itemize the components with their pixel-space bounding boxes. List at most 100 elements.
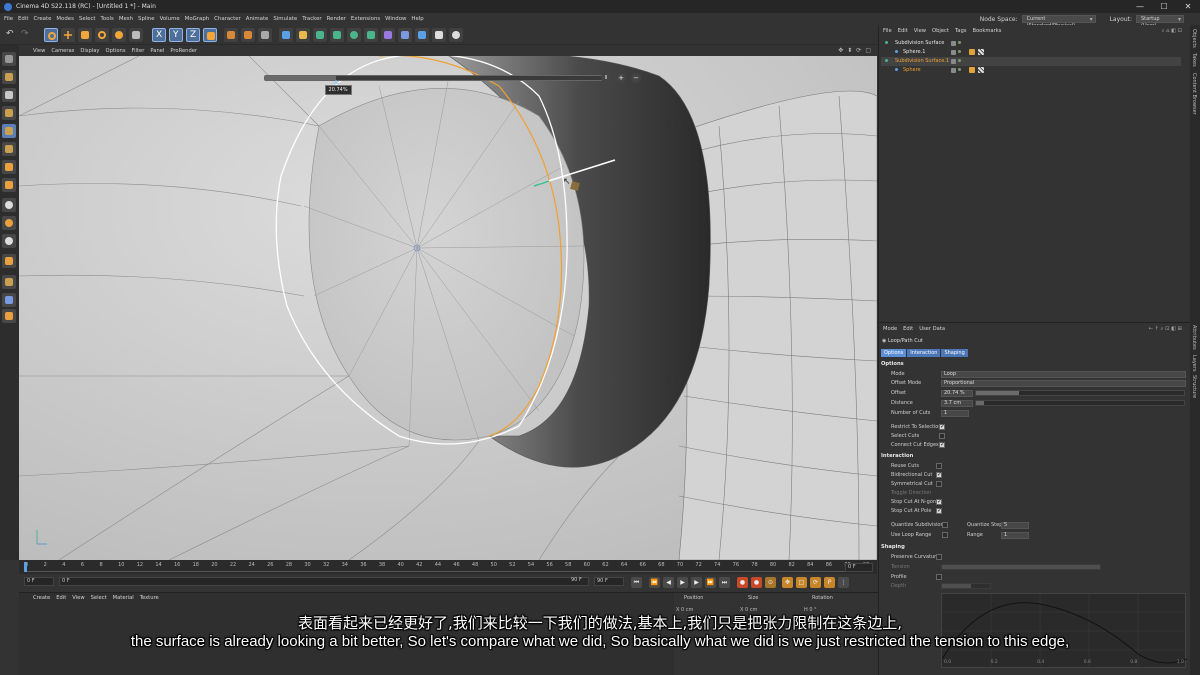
scale-icon[interactable] bbox=[78, 28, 92, 42]
obj-menu-bookmarks[interactable]: Bookmarks bbox=[972, 28, 1001, 36]
visibility-check-icon[interactable] bbox=[951, 50, 956, 55]
close-button[interactable]: ✕ bbox=[1176, 2, 1200, 11]
y-axis-lock-icon[interactable]: Y bbox=[169, 28, 183, 42]
viewport-menu-options[interactable]: Options bbox=[106, 48, 132, 54]
symmetry-icon[interactable] bbox=[2, 216, 16, 230]
timeline-ruler[interactable]: 0246810121416182022242628303234363840424… bbox=[19, 560, 877, 574]
distance-field[interactable]: 3.7 cm bbox=[941, 400, 973, 407]
texture-mode-icon[interactable] bbox=[2, 88, 16, 102]
preview-range-field[interactable]: 0 F bbox=[59, 577, 589, 586]
make-editable-icon[interactable] bbox=[2, 52, 16, 66]
menu-window[interactable]: Window bbox=[385, 16, 411, 22]
material-menu-edit[interactable]: Edit bbox=[56, 595, 66, 601]
coordinate-system-icon[interactable] bbox=[203, 28, 217, 42]
points-mode-icon[interactable] bbox=[2, 124, 16, 138]
menu-simulate[interactable]: Simulate bbox=[273, 16, 302, 22]
material-menu-material[interactable]: Material bbox=[113, 595, 134, 601]
prev-key-icon[interactable]: ⏪ bbox=[649, 577, 660, 588]
go-to-end-icon[interactable]: ⏭ bbox=[719, 577, 730, 588]
obj-search-icon[interactable]: ⌕ ⌂ ◧ ⊡ bbox=[1162, 28, 1190, 36]
tab-attributes[interactable]: Attributes bbox=[1191, 325, 1197, 350]
viewport-maximize-icon[interactable]: ▢ bbox=[865, 47, 871, 54]
bidirectional-cut-checkbox[interactable] bbox=[936, 471, 942, 478]
material-tag-icon[interactable] bbox=[978, 67, 984, 73]
menu-extensions[interactable]: Extensions bbox=[351, 16, 385, 22]
autokey-icon[interactable]: ● bbox=[751, 577, 762, 588]
move-icon[interactable] bbox=[61, 28, 75, 42]
menu-create[interactable]: Create bbox=[33, 16, 56, 22]
reuse-cuts-checkbox[interactable] bbox=[936, 463, 942, 469]
menu-animate[interactable]: Animate bbox=[246, 16, 274, 22]
tab-takes[interactable]: Takes bbox=[1191, 53, 1197, 67]
live-selection-icon[interactable] bbox=[44, 28, 58, 42]
node-space-dropdown[interactable]: Current (Standard/Physical) bbox=[1021, 15, 1096, 29]
add-cut-icon[interactable]: + bbox=[616, 73, 626, 83]
tab-structure[interactable]: Structure bbox=[1191, 375, 1197, 398]
visibility-dot-icon[interactable] bbox=[958, 50, 961, 53]
visibility-dot-icon[interactable] bbox=[958, 59, 961, 62]
record-icon[interactable]: ● bbox=[737, 577, 748, 588]
menu-spline[interactable]: Spline bbox=[138, 16, 160, 22]
menu-edit[interactable]: Edit bbox=[18, 16, 33, 22]
offset-slider-caret[interactable] bbox=[332, 80, 339, 84]
undo-icon[interactable]: ↶ bbox=[4, 28, 18, 42]
visibility-check-icon[interactable] bbox=[951, 68, 956, 73]
menu-modes[interactable]: Modes bbox=[56, 16, 79, 22]
depth-slider[interactable] bbox=[941, 583, 991, 589]
pen-spline-icon[interactable] bbox=[296, 28, 310, 42]
symmetrical-cut-checkbox[interactable] bbox=[936, 481, 942, 487]
tab-shaping[interactable]: Shaping bbox=[941, 349, 968, 357]
viewport-menu-panel[interactable]: Panel bbox=[150, 48, 170, 54]
viewport-move-icon[interactable]: ✥ bbox=[838, 47, 843, 54]
edges-mode-icon[interactable] bbox=[2, 142, 16, 156]
visibility-check-icon[interactable] bbox=[951, 59, 956, 64]
menu-file[interactable]: File bbox=[4, 16, 18, 22]
tab-interaction[interactable]: Interaction bbox=[907, 349, 941, 357]
maximize-button[interactable]: ☐ bbox=[1152, 2, 1176, 11]
tension-slider[interactable] bbox=[941, 564, 1101, 570]
menu-tools[interactable]: Tools bbox=[101, 16, 119, 22]
next-key-icon[interactable]: ⏩ bbox=[705, 577, 716, 588]
attr-menu-edit[interactable]: Edit bbox=[903, 326, 913, 334]
deformer-icon[interactable] bbox=[381, 28, 395, 42]
workplane-lock-icon[interactable] bbox=[2, 309, 16, 323]
object-row-subdivision-surface-1[interactable]: Subdivision Surface.1 bbox=[881, 57, 1181, 66]
menu-volume[interactable]: Volume bbox=[160, 16, 185, 22]
snap-icon[interactable] bbox=[2, 198, 16, 212]
obj-menu-object[interactable]: Object bbox=[932, 28, 949, 36]
key-param-icon[interactable]: P bbox=[824, 577, 835, 588]
obj-menu-tags[interactable]: Tags bbox=[955, 28, 966, 36]
material-menu-select[interactable]: Select bbox=[91, 595, 107, 601]
object-row-sphere-1[interactable]: Sphere.1 bbox=[881, 48, 1181, 57]
recent-tools-icon[interactable] bbox=[112, 28, 126, 42]
visibility-check-icon[interactable] bbox=[951, 41, 956, 46]
use-loop-range-checkbox[interactable] bbox=[942, 532, 948, 538]
redo-icon[interactable]: ↷ bbox=[19, 28, 33, 42]
material-menu-create[interactable]: Create bbox=[33, 595, 50, 601]
menu-tracker[interactable]: Tracker bbox=[302, 16, 326, 22]
remove-cut-icon[interactable]: − bbox=[631, 73, 641, 83]
prev-frame-icon[interactable]: ◀ bbox=[663, 577, 674, 588]
material-tag-icon[interactable] bbox=[978, 49, 984, 55]
key-rotation-icon[interactable]: ⟳ bbox=[810, 577, 821, 588]
pause-icon[interactable]: II bbox=[601, 73, 611, 83]
axis-lock-icon[interactable] bbox=[2, 275, 16, 289]
floor-icon[interactable] bbox=[415, 28, 429, 42]
render-settings-icon[interactable] bbox=[258, 28, 272, 42]
viewport-zoom-icon[interactable]: ⬍ bbox=[847, 47, 852, 54]
offset-field[interactable]: 20.74 % bbox=[941, 390, 973, 397]
viewport-menu-filter[interactable]: Filter bbox=[132, 48, 151, 54]
timeline-icon[interactable]: ⋮ bbox=[838, 577, 849, 588]
profile-checkbox[interactable] bbox=[936, 574, 942, 580]
quantize-step-field[interactable]: 5 bbox=[1001, 522, 1029, 529]
array-icon[interactable] bbox=[347, 28, 361, 42]
visibility-dot-icon[interactable] bbox=[958, 41, 961, 44]
render-view-icon[interactable] bbox=[224, 28, 238, 42]
grid-icon[interactable] bbox=[2, 293, 16, 307]
menu-character[interactable]: Character bbox=[214, 16, 246, 22]
cloner-icon[interactable] bbox=[364, 28, 378, 42]
range-field[interactable]: 1 bbox=[1001, 532, 1029, 539]
menu-render[interactable]: Render bbox=[327, 16, 351, 22]
stop-cut-at-pole-checkbox[interactable] bbox=[936, 507, 942, 514]
viewport-menu-prorender[interactable]: ProRender bbox=[170, 48, 203, 54]
